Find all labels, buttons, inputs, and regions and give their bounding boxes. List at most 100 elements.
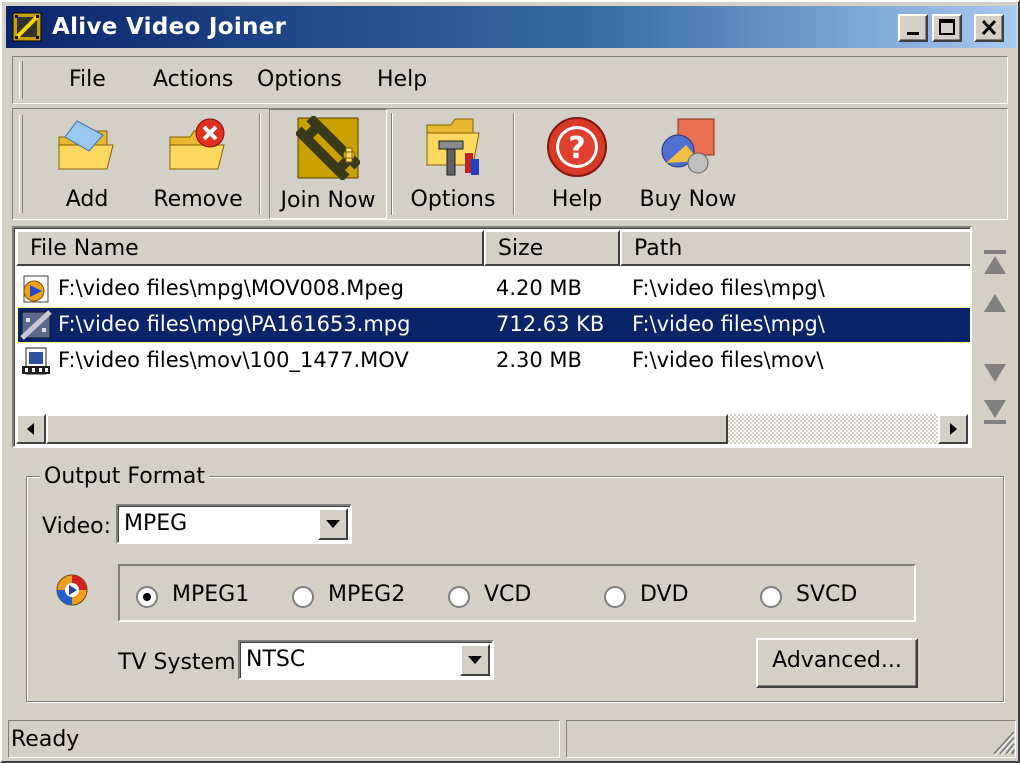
video-format-value: MPEG [124,511,188,536]
vcd-label: VCD [484,582,532,607]
list-header: File Name Size Path [16,230,970,266]
file-size: 4.20 MB [496,276,582,300]
maximize-icon [939,19,955,35]
scroll-left-button[interactable] [16,414,46,444]
move-down-button[interactable] [978,354,1012,390]
column-size[interactable]: Size [484,230,620,266]
file-size: 712.63 KB [496,312,605,336]
tv-system-value: NTSC [246,647,306,672]
movie-file-icon [22,347,50,375]
buy-now-label: Buy Now [639,187,737,212]
move-to-bottom-button[interactable] [978,396,1012,432]
buy-now-icon [661,118,715,174]
video-label: Video: [42,514,112,539]
media-format-icon [56,574,88,606]
chevron-down-icon [326,520,340,528]
minimize-icon [907,32,919,35]
status-text: Ready [8,720,560,758]
video-file-icon [20,310,52,340]
file-name: F:\video files\mpg\MOV008.Mpeg [58,276,404,300]
resize-grip-icon[interactable] [988,726,1016,756]
column-file-name[interactable]: File Name [16,230,484,266]
folder-remove-icon [169,118,225,170]
tv-system-select[interactable]: NTSC [238,640,494,680]
horizontal-scrollbar[interactable] [16,414,968,444]
help-label: Help [551,187,603,212]
menu-file[interactable]: File [69,67,106,92]
file-list[interactable]: File Name Size Path F:\video files\mpg\M… [12,226,972,448]
folder-tools-icon [426,118,480,176]
chevron-down-icon [468,656,482,664]
svcd-label: SVCD [796,582,858,607]
menu-bar: File Actions Options Help [12,56,1008,104]
options-label: Options [410,187,496,212]
file-name: F:\video files\mov\100_1477.MOV [58,348,409,372]
scroll-track[interactable] [728,414,938,444]
file-size: 2.30 MB [496,348,582,372]
main-window: Alive Video Joiner File Actions Options … [0,0,1020,763]
remove-button[interactable]: Remove [143,109,253,219]
mpeg1-label: MPEG1 [172,582,250,607]
toolbar-separator [513,113,515,215]
radio-unchecked-icon [292,586,314,608]
scroll-thumb[interactable] [46,414,728,444]
table-row-selected[interactable]: F:\video files\mpg\PA161653.mpg 712.63 K… [17,307,970,343]
toolbar: Add Remove Join Now Options ? Help Buy N… [12,108,1008,220]
menu-grip[interactable] [19,61,23,99]
tv-system-label: TV System: [118,650,243,675]
move-top-icon [984,250,1006,274]
video-format-dropdown-button[interactable] [318,508,348,540]
radio-unchecked-icon [760,586,782,608]
tv-system-dropdown-button[interactable] [460,644,490,676]
title-bar[interactable]: Alive Video Joiner [6,6,1016,48]
output-format-title: Output Format [40,464,209,489]
menu-help[interactable]: Help [377,67,427,92]
close-icon [981,19,997,36]
move-up-button[interactable] [978,288,1012,324]
minimize-button[interactable] [898,14,928,42]
svg-text:?: ? [568,131,585,166]
options-button[interactable]: Options [401,109,505,219]
file-path: F:\video files\mpg\ [632,312,825,336]
file-name: F:\video files\mpg\PA161653.mpg [58,312,411,336]
window-title: Alive Video Joiner [52,14,287,40]
radio-unchecked-icon [448,586,470,608]
radio-checked-icon [136,586,158,608]
advanced-button[interactable]: Advanced... [756,638,918,688]
arrow-left-icon [27,423,34,435]
video-format-select[interactable]: MPEG [116,504,352,544]
status-pane-secondary [566,720,1016,758]
menu-options[interactable]: Options [257,67,342,92]
format-options-box: MPEG1 MPEG2 VCD DVD SVCD [118,564,916,622]
join-now-button[interactable]: Join Now [269,109,387,219]
remove-label: Remove [153,187,243,212]
join-now-label: Join Now [280,188,376,213]
radio-unchecked-icon [604,586,626,608]
move-to-top-button[interactable] [978,246,1012,282]
film-join-icon [296,116,360,180]
file-path: F:\video files\mov\ [632,348,824,372]
close-button[interactable] [974,14,1004,42]
buy-now-button[interactable]: Buy Now [637,109,739,219]
table-row[interactable]: F:\video files\mov\100_1477.MOV 2.30 MB … [18,344,970,378]
dvd-label: DVD [640,582,689,607]
help-button[interactable]: ? Help [525,109,629,219]
mpeg2-label: MPEG2 [328,582,406,607]
arrow-right-icon [950,423,957,435]
help-icon: ? [547,117,607,177]
scroll-right-button[interactable] [938,414,968,444]
media-file-icon [23,275,49,303]
add-label: Add [65,187,109,212]
column-path[interactable]: Path [620,230,970,266]
table-row[interactable]: F:\video files\mpg\MOV008.Mpeg 4.20 MB F… [18,272,970,306]
folder-add-icon [58,120,114,170]
add-button[interactable]: Add [39,109,135,219]
toolbar-grip[interactable] [19,115,23,213]
toolbar-separator [259,113,261,215]
menu-actions[interactable]: Actions [153,67,233,92]
move-bottom-icon [984,400,1006,424]
film-reel-icon [12,12,42,42]
file-path: F:\video files\mpg\ [632,276,825,300]
maximize-button[interactable] [932,14,962,42]
move-down-icon [984,364,1006,382]
